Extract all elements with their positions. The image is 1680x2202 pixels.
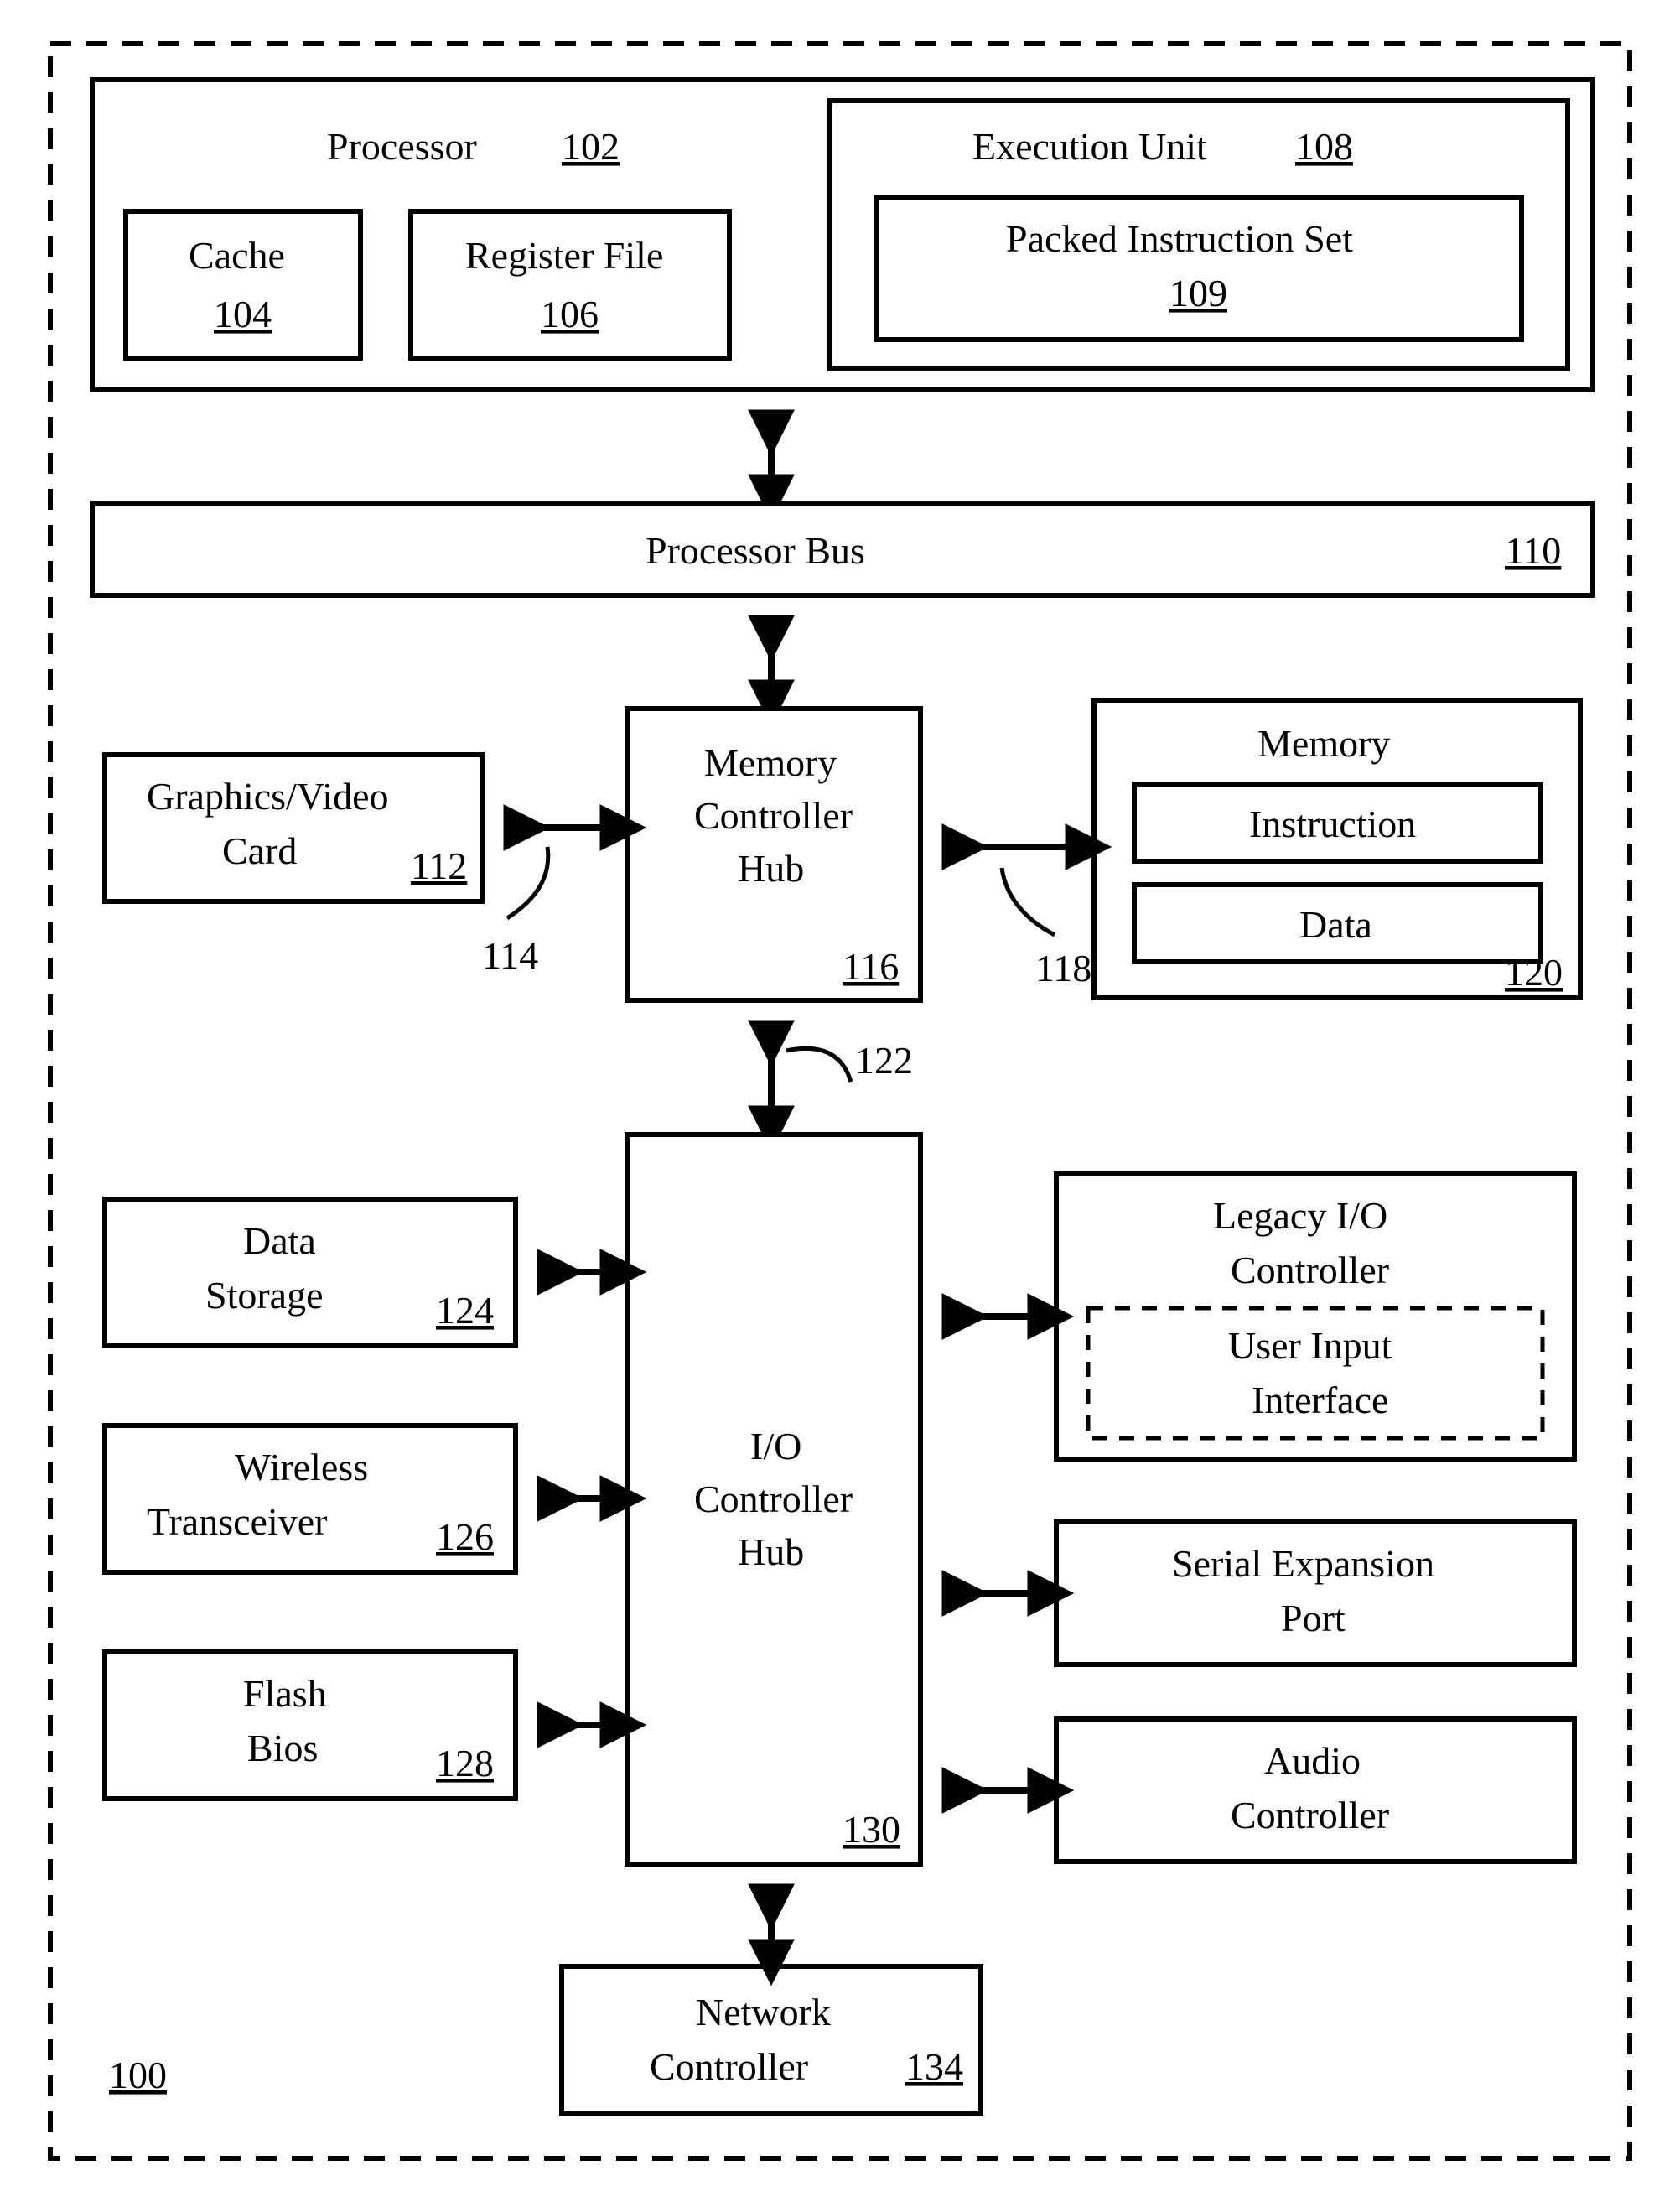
link-114-label: 114 [482,934,538,977]
ich-line3: Hub [738,1530,804,1573]
data-storage-line2: Storage [205,1274,324,1317]
mch-line3: Hub [738,847,804,890]
wireless-line1: Wireless [235,1446,368,1488]
execution-unit-ref: 108 [1295,125,1353,168]
processor-bus-label: Processor Bus [646,529,865,572]
memory-label: Memory [1257,722,1390,765]
mch-ref: 116 [843,945,899,988]
register-file-ref: 106 [541,293,599,335]
network-ref: 134 [905,2045,963,2088]
legacy-line2: Controller [1231,1249,1389,1291]
serial-line2: Port [1281,1597,1346,1639]
system-diagram: 100 Processor 102 Cache 104 Register Fil… [0,0,1680,2202]
packed-instruction-set-ref: 109 [1169,272,1227,314]
network-controller-block [562,1966,981,2113]
audio-line1: Audio [1264,1739,1361,1782]
mch-line1: Memory [704,741,837,784]
register-file-label: Register File [465,234,663,277]
processor-ref: 102 [562,125,620,168]
gvc-ref: 112 [411,844,467,887]
audio-line2: Controller [1231,1794,1389,1836]
gvc-line2: Card [222,829,297,872]
wireless-ref: 126 [436,1515,494,1558]
gvc-line1: Graphics/Video [147,775,389,818]
data-storage-ref: 124 [436,1289,494,1332]
link-114-curve [507,847,548,918]
execution-unit-label: Execution Unit [972,125,1207,168]
link-122-label: 122 [855,1039,913,1082]
serial-line1: Serial Expansion [1172,1542,1434,1585]
legacy-line1: Legacy I/O [1213,1194,1387,1237]
processor-bus-ref: 110 [1505,529,1561,572]
wireless-line2: Transceiver [147,1500,327,1543]
processor-label: Processor [327,125,477,168]
memory-instruction-label: Instruction [1249,802,1416,845]
cache-label: Cache [189,234,285,277]
flash-line2: Bios [247,1727,318,1769]
link-122-curve [786,1048,851,1082]
memory-ref: 120 [1505,951,1563,994]
system-ref: 100 [109,2054,167,2096]
mch-line2: Controller [694,794,853,837]
ich-line1: I/O [750,1425,801,1467]
data-storage-line1: Data [243,1219,316,1262]
flash-line1: Flash [243,1672,327,1715]
user-input-line1: User Input [1228,1324,1392,1367]
user-input-line2: Interface [1252,1379,1388,1421]
cache-ref: 104 [214,293,272,335]
ich-ref: 130 [843,1808,900,1851]
link-118-label: 118 [1035,947,1091,989]
link-118-curve [1002,868,1055,935]
memory-data-label: Data [1299,903,1372,946]
flash-ref: 128 [436,1742,494,1784]
ich-line2: Controller [694,1478,853,1520]
packed-instruction-set-label: Packed Instruction Set [1006,217,1353,260]
network-line1: Network [696,1991,831,2033]
network-line2: Controller [650,2045,808,2088]
